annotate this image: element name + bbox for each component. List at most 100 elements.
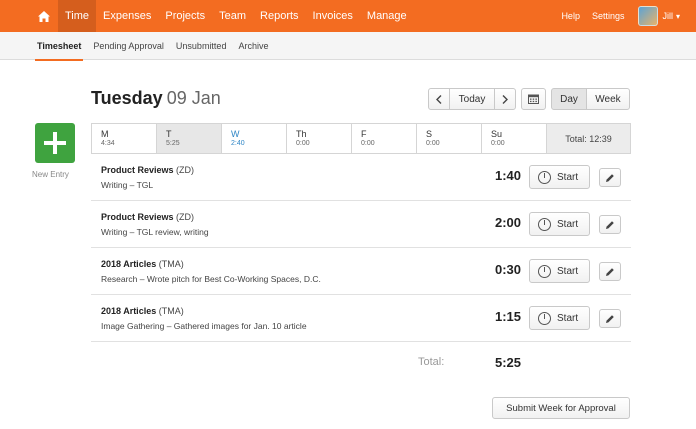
edit-entry-button[interactable]: [599, 309, 621, 328]
clock-icon: [538, 170, 551, 184]
entry-project: Product Reviews (ZD): [101, 212, 194, 222]
week-day-time: 5:25: [166, 140, 180, 147]
entry-notes: TGL review, writing: [136, 227, 209, 237]
week-day-time: 4:34: [101, 140, 115, 147]
calendar-button[interactable]: [521, 88, 546, 110]
sub-navigation: Timesheet Pending Approval Unsubmitted A…: [0, 32, 696, 61]
start-label: Start: [557, 171, 579, 183]
pencil-icon: [606, 220, 614, 229]
week-day-saturday[interactable]: S 0:00: [417, 124, 482, 153]
task-name: Writing: [101, 180, 128, 190]
entry-task: Writing – TGL: [101, 180, 154, 190]
submit-week-button[interactable]: Submit Week for Approval: [492, 397, 630, 419]
week-day-time: 0:00: [296, 140, 310, 147]
week-day-wednesday[interactable]: W 2:40: [222, 124, 287, 153]
pencil-icon: [606, 314, 614, 323]
week-day-tuesday[interactable]: T 5:25: [157, 124, 222, 153]
previous-day-button[interactable]: [428, 88, 450, 110]
project-name: Product Reviews: [101, 212, 174, 222]
client-code: (TMA): [158, 259, 184, 269]
clock-icon: [538, 217, 551, 231]
entry-project: 2018 Articles (TMA): [101, 306, 184, 316]
client-code: (TMA): [158, 306, 184, 316]
entry-notes: Wrote pitch for Best Co-Working Spaces, …: [146, 274, 321, 284]
pencil-icon: [606, 267, 614, 276]
entry-task: Research – Wrote pitch for Best Co-Worki…: [101, 274, 321, 284]
entry-notes: Gathered images for Jan. 10 article: [173, 321, 307, 331]
week-day-monday[interactable]: M 4:34: [92, 124, 157, 153]
start-timer-button[interactable]: Start: [529, 165, 590, 189]
day-total-label: Total:: [418, 356, 445, 368]
week-view-button[interactable]: Week: [586, 88, 630, 110]
tab-pending-approval[interactable]: Pending Approval: [93, 32, 164, 60]
entry-duration: 0:30: [494, 262, 521, 277]
nav-right-group: Help Settings Jill ▾: [555, 0, 696, 32]
nav-expenses[interactable]: Expenses: [96, 0, 158, 32]
week-day-name: W: [231, 129, 240, 139]
week-day-friday[interactable]: F 0:00: [352, 124, 417, 153]
tab-timesheet[interactable]: Timesheet: [34, 32, 84, 61]
start-timer-button[interactable]: Start: [529, 306, 590, 330]
week-day-sunday[interactable]: Su 0:00: [482, 124, 547, 153]
chevron-left-icon: [436, 94, 442, 104]
entry-project: Product Reviews (ZD): [101, 165, 194, 175]
plus-icon: [44, 132, 66, 154]
chevron-right-icon: [502, 94, 508, 104]
entry-notes: TGL: [136, 180, 154, 190]
next-day-button[interactable]: [494, 88, 516, 110]
edit-entry-button[interactable]: [599, 215, 621, 234]
week-day-thursday[interactable]: Th 0:00: [287, 124, 352, 153]
client-code: (ZD): [176, 212, 195, 222]
tab-unsubmitted[interactable]: Unsubmitted: [176, 32, 227, 60]
chevron-down-icon[interactable]: ▾: [676, 12, 680, 21]
nav-manage[interactable]: Manage: [360, 0, 414, 32]
start-label: Start: [557, 218, 579, 230]
nav-projects[interactable]: Projects: [158, 0, 212, 32]
nav-team[interactable]: Team: [212, 0, 253, 32]
start-timer-button[interactable]: Start: [529, 259, 590, 283]
entry-task: Image Gathering – Gathered images for Ja…: [101, 321, 307, 331]
entry-duration: 1:15: [494, 309, 521, 324]
user-name[interactable]: Jill: [662, 11, 673, 21]
week-day-time: 0:00: [361, 140, 375, 147]
start-label: Start: [557, 312, 579, 324]
nav-settings[interactable]: Settings: [586, 0, 631, 32]
week-day-name: Th: [296, 129, 307, 139]
day-view-button[interactable]: Day: [551, 88, 587, 110]
start-timer-button[interactable]: Start: [529, 212, 590, 236]
edit-entry-button[interactable]: [599, 262, 621, 281]
top-navigation: Time Expenses Projects Team Reports Invo…: [0, 0, 696, 32]
time-entry-row: Product Reviews (ZD) Writing – TGL 1:40 …: [91, 154, 631, 201]
pencil-icon: [606, 173, 614, 182]
clock-icon: [538, 311, 551, 325]
today-button[interactable]: Today: [449, 88, 495, 110]
project-name: 2018 Articles: [101, 259, 157, 269]
entry-project: 2018 Articles (TMA): [101, 259, 184, 269]
week-day-name: T: [166, 129, 172, 139]
new-entry-button[interactable]: [35, 123, 75, 163]
day-date: 09 Jan: [166, 88, 221, 108]
entry-duration: 1:40: [494, 168, 521, 183]
tab-archive[interactable]: Archive: [238, 32, 268, 60]
task-name: Image Gathering: [101, 321, 165, 331]
week-day-name: F: [361, 129, 367, 139]
task-name: Research: [101, 274, 138, 284]
week-day-name: S: [426, 129, 433, 139]
week-day-time: 0:00: [426, 140, 440, 147]
new-entry-label: New Entry: [32, 170, 69, 179]
home-icon[interactable]: [30, 0, 58, 32]
entry-duration: 2:00: [494, 215, 521, 230]
nav-time[interactable]: Time: [58, 0, 97, 32]
nav-invoices[interactable]: Invoices: [306, 0, 360, 32]
task-name: Writing: [101, 227, 128, 237]
week-day-time: 0:00: [491, 140, 505, 147]
week-day-time: 2:40: [231, 140, 245, 147]
avatar[interactable]: [638, 6, 659, 26]
calendar-icon: [528, 94, 539, 104]
nav-reports[interactable]: Reports: [253, 0, 306, 32]
client-code: (ZD): [176, 165, 195, 175]
nav-help[interactable]: Help: [555, 0, 586, 32]
edit-entry-button[interactable]: [599, 168, 621, 187]
week-strip: M 4:34 T 5:25 W 2:40 Th 0:00 F 0:00 S 0:…: [91, 123, 631, 154]
day-total-value: 5:25: [494, 355, 521, 370]
